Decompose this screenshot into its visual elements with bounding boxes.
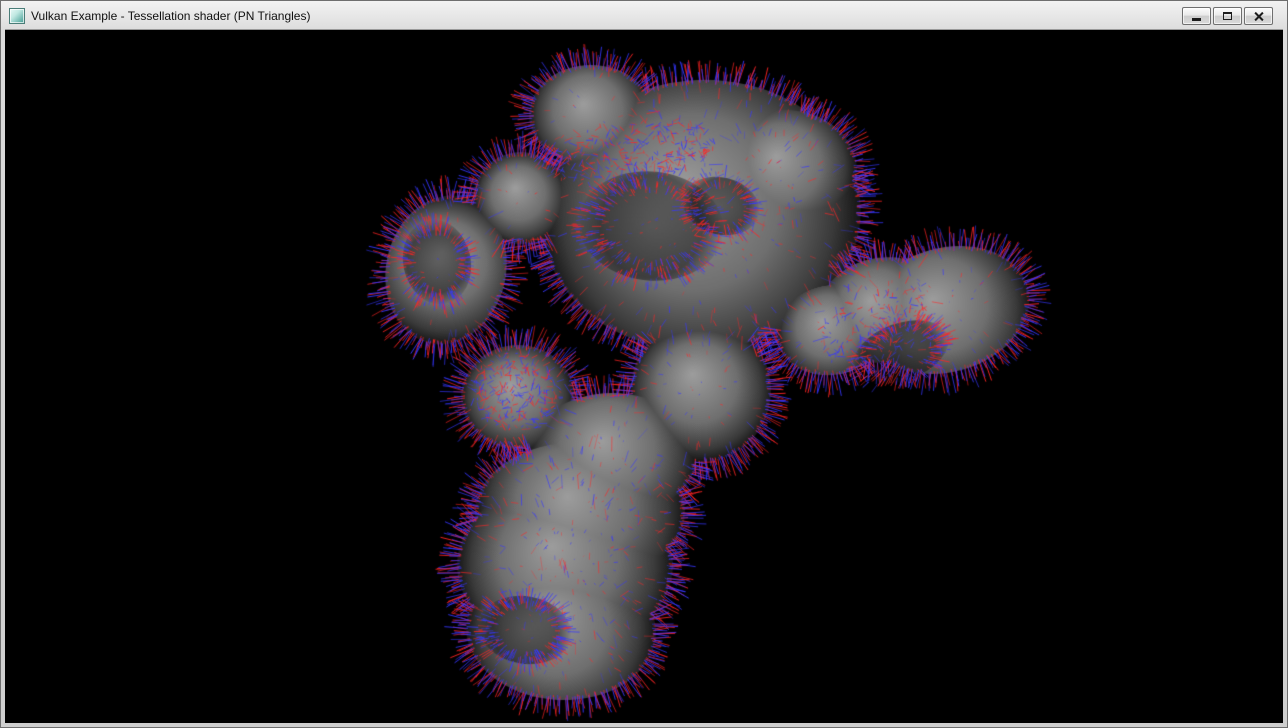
app-icon <box>9 8 25 24</box>
close-button[interactable] <box>1244 7 1273 25</box>
titlebar[interactable]: Vulkan Example - Tessellation shader (PN… <box>5 5 1283 29</box>
close-icon <box>1253 11 1264 22</box>
window-title: Vulkan Example - Tessellation shader (PN… <box>31 5 1180 27</box>
maximize-icon <box>1223 12 1232 20</box>
app-window: Vulkan Example - Tessellation shader (PN… <box>0 0 1288 728</box>
viewport <box>5 29 1283 723</box>
window-controls <box>1180 7 1281 25</box>
minimize-button[interactable] <box>1182 7 1211 25</box>
viewport-canvas[interactable] <box>5 30 1283 723</box>
maximize-button[interactable] <box>1213 7 1242 25</box>
minimize-icon <box>1192 18 1201 21</box>
